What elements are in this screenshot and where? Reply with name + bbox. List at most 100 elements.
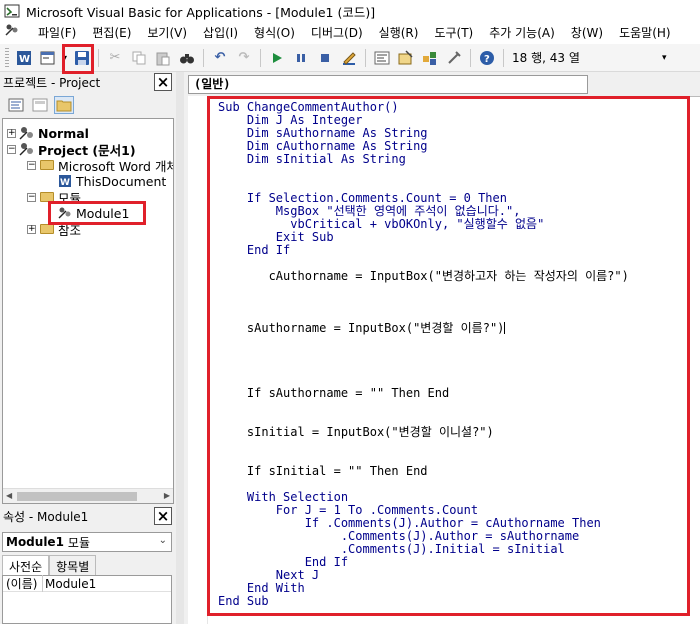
menu-file[interactable]: 파일(F)	[30, 22, 84, 44]
properties-window-icon[interactable]	[395, 47, 417, 69]
tree-node-word-objects[interactable]: − Microsoft Word 개체	[27, 157, 173, 174]
project-toolbar	[0, 92, 176, 118]
redo-icon[interactable]: ↷	[233, 47, 255, 69]
tab-alphabetic[interactable]: 사전순	[2, 555, 50, 575]
collapse-icon[interactable]: −	[27, 160, 36, 170]
vba-project-icon	[19, 142, 35, 156]
find-icon[interactable]	[176, 47, 198, 69]
toolbar-grip[interactable]	[5, 47, 9, 68]
help-icon[interactable]: ?	[476, 47, 498, 69]
module-icon	[57, 206, 73, 220]
code-line: End If	[218, 243, 291, 257]
insert-dropdown-icon[interactable]: ▾	[61, 47, 69, 69]
code-text[interactable]: Sub ChangeCommentAuthor() Dim J As Integ…	[218, 101, 629, 608]
scroll-thumb[interactable]	[17, 492, 137, 501]
cut-icon[interactable]: ✂	[104, 47, 126, 69]
code-line: End With	[218, 581, 305, 595]
code-line-with-caret: sAuthorname = InputBox("변경할 이름?")	[218, 322, 629, 335]
menu-addins[interactable]: 추가 기능(A)	[481, 22, 563, 44]
break-icon[interactable]	[290, 47, 312, 69]
word-view-icon[interactable]: W	[13, 47, 35, 69]
tree-horizontal-scrollbar[interactable]: ◀ ▶	[3, 488, 173, 503]
toolbox-icon[interactable]	[443, 47, 465, 69]
toolbar-separator	[470, 48, 471, 67]
project-tree: + Normal − Project (문서1) − Microsoft Wor…	[2, 118, 174, 504]
property-value[interactable]: Module1	[43, 577, 96, 591]
project-panel-title: 프로젝트 - Project	[3, 75, 101, 90]
project-explorer-icon[interactable]	[371, 47, 393, 69]
paste-icon[interactable]	[152, 47, 174, 69]
window-title: Microsoft Visual Basic for Applications …	[26, 4, 376, 20]
svg-text:?: ?	[484, 54, 490, 65]
tree-node-modules[interactable]: − 모듈	[27, 189, 81, 206]
standard-toolbar: W ▾ ✂ ↶ ↷ ? 18 행, 43 열 ▾	[0, 44, 700, 72]
menu-window[interactable]: 창(W)	[563, 22, 611, 44]
collapse-icon[interactable]: −	[27, 192, 36, 202]
object-browser-icon[interactable]	[419, 47, 441, 69]
property-row-name[interactable]: (이름) Module1	[3, 575, 171, 592]
undo-icon[interactable]: ↶	[209, 47, 231, 69]
insert-userform-icon[interactable]	[37, 47, 59, 69]
title-bar: Microsoft Visual Basic for Applications …	[0, 0, 700, 22]
properties-grid: (이름) Module1	[2, 575, 172, 624]
toolbar-separator	[203, 48, 204, 67]
menu-bar: 파일(F) 편집(E) 보기(V) 삽입(I) 형식(O) 디버그(D) 실행(…	[0, 22, 700, 44]
save-icon[interactable]	[71, 47, 93, 69]
folder-icon	[39, 158, 55, 172]
view-object-icon[interactable]	[30, 96, 50, 114]
menu-tools[interactable]: 도구(T)	[426, 22, 481, 44]
tab-categorized[interactable]: 항목별	[49, 555, 97, 575]
scroll-left-icon[interactable]: ◀	[6, 491, 12, 500]
menu-edit[interactable]: 편집(E)	[84, 22, 139, 44]
properties-object-select[interactable]: Module1 모듈 ⌄	[2, 532, 172, 552]
folder-icon	[39, 222, 55, 236]
menu-insert[interactable]: 삽입(I)	[195, 22, 246, 44]
code-line: cAuthorname = InputBox("변경하고자 하는 작성자의 이름…	[218, 269, 629, 283]
design-mode-icon[interactable]	[338, 47, 360, 69]
menu-run[interactable]: 실행(R)	[371, 22, 427, 44]
menu-help[interactable]: 도움말(H)	[611, 22, 679, 44]
collapse-icon[interactable]: −	[7, 144, 16, 154]
chevron-down-icon[interactable]: ⌄	[159, 535, 167, 546]
view-code-icon[interactable]	[6, 96, 26, 114]
tree-node-references[interactable]: + 참조	[27, 221, 81, 238]
vba-project-icon	[19, 126, 35, 140]
reset-icon[interactable]	[314, 47, 336, 69]
expand-icon[interactable]: +	[7, 128, 16, 138]
code-margin-indicator-bar[interactable]	[188, 96, 208, 624]
properties-close-button[interactable]: ×	[154, 507, 172, 525]
menu-format[interactable]: 형식(O)	[246, 22, 303, 44]
vba-app-icon	[4, 3, 20, 19]
scroll-right-icon[interactable]: ▶	[164, 491, 170, 500]
menu-debug[interactable]: 디버그(D)	[303, 22, 371, 44]
toolbar-separator	[365, 48, 366, 67]
code-line: Dim sInitial As String	[218, 152, 406, 166]
toolbar-separator	[260, 48, 261, 67]
code-line: If sAuthorname = "" Then End	[218, 386, 450, 400]
svg-text:W: W	[19, 54, 30, 65]
toolbar-separator	[503, 48, 504, 67]
expand-icon[interactable]: +	[27, 224, 36, 234]
properties-panel-header: 속성 - Module1 ×	[0, 506, 176, 526]
project-close-button[interactable]: ×	[154, 73, 172, 91]
menu-view[interactable]: 보기(V)	[139, 22, 195, 44]
properties-tabs: 사전순 항목별	[2, 555, 97, 575]
vba-menu-icon[interactable]	[0, 22, 30, 44]
toolbar-separator	[98, 48, 99, 67]
project-panel-header: 프로젝트 - Project ×	[0, 72, 176, 92]
object-dropdown[interactable]: (일반)	[188, 75, 588, 94]
svg-text:W: W	[60, 178, 70, 188]
copy-icon[interactable]	[128, 47, 150, 69]
run-icon[interactable]	[266, 47, 288, 69]
folder-icon	[39, 190, 55, 204]
toggle-folders-icon[interactable]	[54, 96, 74, 114]
word-document-icon: W	[57, 174, 73, 188]
panel-splitter[interactable]	[176, 72, 184, 624]
toolbar-overflow-icon[interactable]: ▾	[662, 48, 670, 68]
